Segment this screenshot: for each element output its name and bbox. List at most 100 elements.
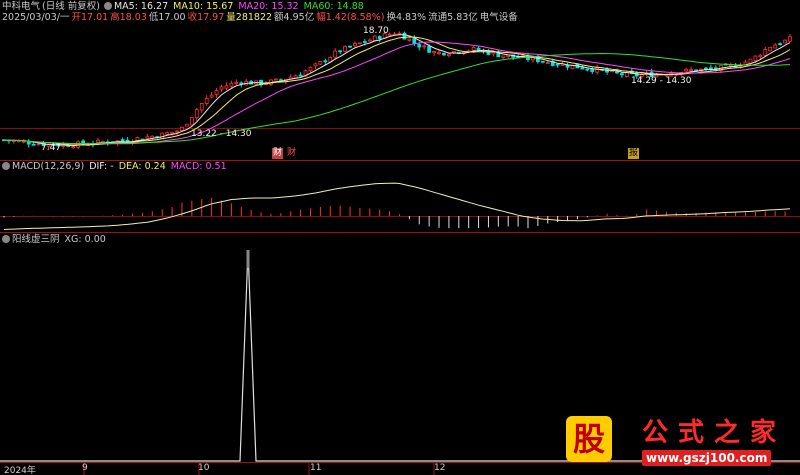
candle-body bbox=[209, 94, 214, 98]
candle-body bbox=[565, 65, 570, 68]
candle-body bbox=[278, 79, 283, 82]
ma5-label: MA5: 16.27 bbox=[113, 1, 169, 12]
logo-url: www.gszj100.com bbox=[642, 450, 772, 466]
x-label-11: 11 bbox=[310, 463, 322, 473]
date-label: 2025/03/03/一 bbox=[2, 12, 70, 23]
logo-char-4: 家 bbox=[750, 418, 777, 448]
indicator-title: 阳线虚三阴 bbox=[12, 234, 60, 245]
indicator-xg: XG: 0.00 bbox=[64, 234, 106, 245]
candle-body bbox=[189, 116, 194, 126]
macd-value: MACD: 0.51 bbox=[170, 161, 227, 172]
candle-body bbox=[471, 47, 476, 51]
annotation-range-1: 13.22 - 14.30 bbox=[191, 129, 252, 139]
macd-header: MACD(12,26,9) DIF: - DEA: 0.24 MACD: 0.5… bbox=[2, 161, 229, 172]
candle-body bbox=[417, 44, 422, 48]
event-tag-bao[interactable]: 报 bbox=[628, 148, 640, 159]
candle-body bbox=[273, 78, 278, 81]
candle-body bbox=[313, 63, 318, 67]
event-tag-cai[interactable]: 财 bbox=[272, 148, 284, 159]
candle-body bbox=[397, 32, 402, 35]
candle-body bbox=[491, 51, 496, 55]
ma10-label: MA10: 15.67 bbox=[173, 1, 234, 12]
site-logo: 股 公 式 之 家 www.gszj100.com bbox=[556, 408, 800, 470]
candle-body bbox=[175, 130, 179, 133]
period-label: (日线 前复权) bbox=[42, 1, 100, 12]
candle-body bbox=[204, 98, 209, 104]
close-value: 收17.97 bbox=[187, 12, 225, 23]
candle-body bbox=[788, 36, 792, 42]
ma-line-ma5 bbox=[3, 34, 791, 147]
candle-body bbox=[615, 71, 619, 74]
indicator-settings-icon[interactable] bbox=[2, 235, 10, 243]
candle-body bbox=[145, 136, 150, 139]
candle-body bbox=[753, 55, 758, 62]
chart-canvas bbox=[0, 31, 800, 475]
event-tag-cai2-label: 财 bbox=[287, 148, 297, 158]
candle-body bbox=[778, 43, 783, 46]
logo-char-2: 式 bbox=[678, 418, 705, 448]
candle-body bbox=[427, 46, 432, 53]
candle-body bbox=[501, 55, 506, 58]
candle-body bbox=[402, 32, 407, 40]
candle-body bbox=[437, 52, 441, 54]
candle-body bbox=[748, 58, 753, 64]
candle-body bbox=[343, 45, 347, 52]
ma20-label: MA20: 15.32 bbox=[238, 1, 299, 12]
candle-body bbox=[442, 52, 446, 56]
candle-body bbox=[165, 132, 170, 135]
stock-name: 中科电气 bbox=[2, 1, 41, 12]
x-label-12: 12 bbox=[434, 463, 446, 473]
settings-dot-icon[interactable] bbox=[103, 2, 112, 10]
macd-dea-line bbox=[3, 182, 791, 230]
xg-peak-marker bbox=[246, 250, 250, 268]
candle-body bbox=[580, 67, 585, 70]
candle-body bbox=[585, 68, 590, 71]
change-value: 幅1.42(8.58%) bbox=[316, 12, 385, 23]
candle-body bbox=[26, 142, 31, 145]
candle-body bbox=[338, 50, 343, 53]
logo-char-3: 之 bbox=[714, 418, 741, 448]
candle-body bbox=[476, 47, 481, 51]
candle-body bbox=[540, 60, 545, 63]
x-label-9: 9 bbox=[82, 463, 88, 473]
candle-body bbox=[773, 44, 778, 49]
candle-body bbox=[590, 69, 595, 72]
ma60-label: MA60: 14.88 bbox=[303, 1, 364, 12]
candle-body bbox=[229, 82, 234, 87]
candle-body bbox=[432, 51, 436, 54]
candle-body bbox=[709, 67, 713, 70]
candle-body bbox=[358, 42, 362, 45]
candle-body bbox=[170, 131, 174, 134]
annotation-range-2: 14.29 - 14.30 bbox=[631, 76, 692, 86]
candle-body bbox=[407, 38, 412, 41]
amount-value: 额4.95亿 bbox=[274, 12, 315, 23]
candle-body bbox=[595, 67, 600, 73]
indicator-header: 阳线虚三阴 XG: 0.00 bbox=[2, 234, 108, 245]
chart-root: { "header": { "stock_name": "中科电气", "per… bbox=[0, 0, 800, 475]
annotation-low: 7.47 bbox=[41, 143, 62, 153]
candle-body bbox=[185, 123, 189, 127]
candle-body bbox=[333, 50, 338, 58]
low-value: 低17.00 bbox=[148, 12, 186, 23]
event-tag-cai2[interactable]: 财 bbox=[286, 148, 297, 159]
candle-body bbox=[704, 67, 708, 70]
turnover-value: 换4.83% bbox=[386, 12, 427, 23]
quote-header: 2025/03/03/一 开17.01 高18.03 低17.00 收17.97 量281… bbox=[2, 12, 520, 23]
x-label-year: 2024年 bbox=[4, 466, 36, 475]
candle-body bbox=[224, 85, 229, 89]
candle-body bbox=[353, 43, 357, 47]
candle-body bbox=[763, 49, 768, 56]
candle-body bbox=[348, 45, 352, 48]
candle-body bbox=[234, 82, 239, 84]
candle-body bbox=[728, 64, 733, 67]
candle-body bbox=[219, 86, 224, 90]
candle-body bbox=[298, 74, 303, 77]
event-tag-cai-label: 财 bbox=[273, 148, 283, 158]
macd-settings-icon[interactable] bbox=[2, 162, 10, 170]
candle-body bbox=[308, 66, 313, 72]
logo-badge: 股 bbox=[566, 416, 612, 462]
candle-body bbox=[689, 69, 694, 72]
candle-body bbox=[447, 53, 451, 57]
logo-char-1: 公 bbox=[642, 418, 669, 448]
candle-body bbox=[362, 41, 367, 43]
